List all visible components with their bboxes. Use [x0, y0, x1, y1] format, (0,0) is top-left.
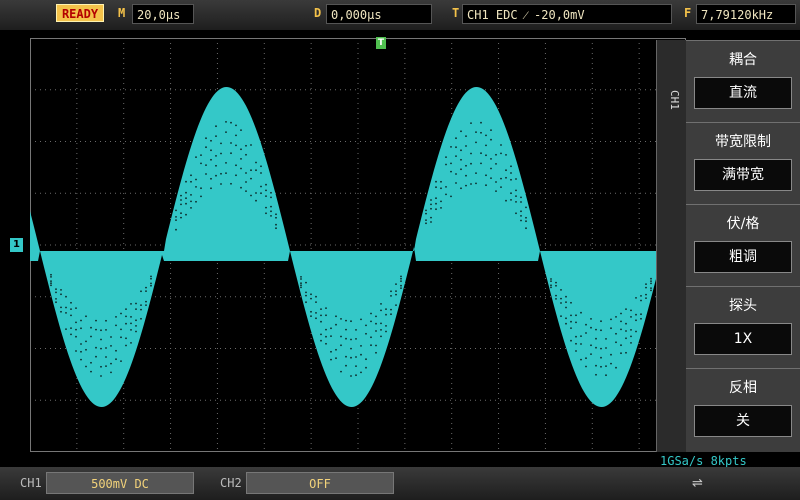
menu-item-value[interactable]: 满带宽 — [694, 159, 792, 191]
menu-item-title: 伏/格 — [726, 216, 760, 232]
menu-item-title: 反相 — [729, 380, 757, 396]
delay-value[interactable]: 0,000µs — [326, 4, 432, 24]
ch1-level-marker[interactable]: 1 — [10, 238, 23, 252]
waveform-display — [30, 38, 686, 452]
menu-item-title: 耦合 — [729, 52, 757, 68]
ch2-label: CH2 — [220, 476, 242, 490]
trigger-position-marker[interactable]: T — [376, 37, 386, 49]
menu-item-invert[interactable]: 反相 关 — [686, 368, 800, 452]
ch1-trace-envelope — [30, 87, 686, 407]
ch1-label: CH1 — [20, 476, 42, 490]
sample-rate-info: 1GSa/s 8kpts — [660, 454, 747, 468]
menu-item-bandwidth[interactable]: 带宽限制 满带宽 — [686, 122, 800, 204]
trigger-label: T — [452, 6, 460, 20]
menu-item-title: 探头 — [729, 298, 757, 314]
ch1-scale[interactable]: 500mV DC — [46, 472, 194, 494]
menu-item-value[interactable]: 直流 — [694, 77, 792, 109]
menu-item-title: 带宽限制 — [715, 134, 771, 150]
delay-label: D — [314, 6, 322, 20]
trigger-setting[interactable]: CH1 EDC ⁄ -20,0mV — [462, 4, 672, 24]
frequency-label: F — [684, 6, 692, 20]
ch2-scale[interactable]: OFF — [246, 472, 394, 494]
horizontal-scale[interactable]: 20,0µs — [132, 4, 194, 24]
frequency-readout: 7,79120kHz — [696, 4, 796, 24]
menu-tab-label: CH1 — [668, 90, 681, 110]
usb-icon: ⇌ — [692, 476, 703, 491]
menu-item-value[interactable]: 关 — [694, 405, 792, 437]
menu-tab: CH1 — [656, 40, 687, 452]
menu-item-coupling[interactable]: 耦合 直流 — [686, 40, 800, 122]
menu-item-probe[interactable]: 探头 1X — [686, 286, 800, 368]
ready-indicator: READY — [56, 4, 104, 22]
horizontal-label: M — [118, 6, 126, 20]
menu-item-value[interactable]: 粗调 — [694, 241, 792, 273]
menu-item-value[interactable]: 1X — [694, 323, 792, 355]
menu-item-volts-div[interactable]: 伏/格 粗调 — [686, 204, 800, 286]
ch1-side-menu: CH1 耦合 直流 带宽限制 满带宽 伏/格 粗调 探头 1X 反相 关 — [656, 40, 800, 452]
